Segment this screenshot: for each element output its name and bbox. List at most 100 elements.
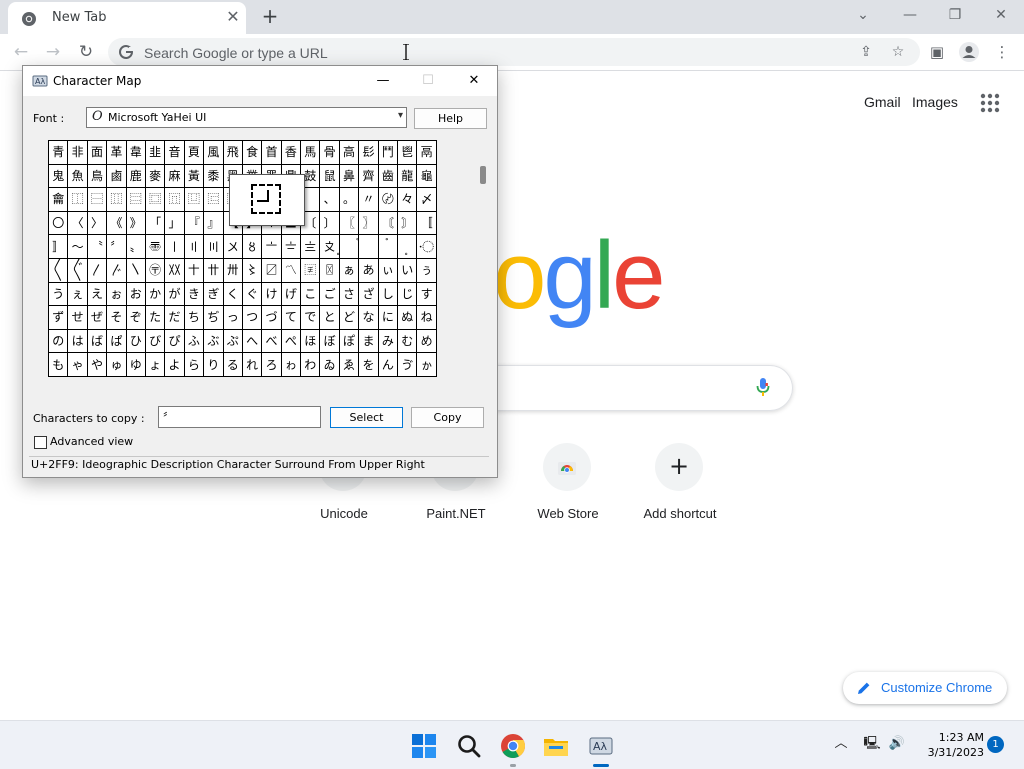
character-cell[interactable]: 〿	[319, 257, 340, 283]
character-cell[interactable]: は	[67, 328, 88, 354]
character-cell[interactable]: 〽	[280, 257, 302, 283]
character-cell[interactable]: 龍	[397, 163, 418, 189]
character-cell[interactable]: 鹵	[106, 163, 127, 189]
character-cell[interactable]: 、	[319, 187, 340, 212]
character-cell[interactable]: 「	[144, 210, 166, 236]
character-cell[interactable]: 鼻	[338, 163, 360, 189]
advanced-view-checkbox[interactable]	[34, 436, 47, 449]
character-cell[interactable]: 。	[338, 187, 360, 212]
charmap-minimize-icon[interactable]: —	[367, 69, 399, 93]
character-cell[interactable]: ま	[358, 328, 379, 354]
character-cell[interactable]: ぅ	[416, 257, 437, 283]
tab-new-tab[interactable]: New Tab ✕	[8, 2, 246, 34]
search-icon[interactable]	[456, 733, 482, 759]
character-cell[interactable]: ゐ	[319, 352, 340, 377]
character-cell[interactable]: 〦	[261, 234, 282, 259]
notification-badge[interactable]: 1	[987, 736, 1004, 753]
character-cell[interactable]: 〣	[203, 234, 224, 259]
character-cell[interactable]: ぁ	[338, 257, 360, 283]
characters-to-copy-input[interactable]	[158, 406, 321, 428]
restore-icon[interactable]: ❐	[943, 3, 967, 27]
character-cell[interactable]: ぷ	[222, 328, 243, 354]
character-cell[interactable]: に	[377, 305, 399, 330]
character-cell[interactable]: ぃ	[377, 257, 399, 283]
character-cell[interactable]: 鬯	[397, 140, 418, 165]
character-cell[interactable]: 龠	[47, 187, 69, 212]
character-cell[interactable]: じ	[397, 281, 418, 307]
character-cell[interactable]: 〆	[416, 187, 437, 212]
character-cell[interactable]: 〟	[125, 234, 146, 259]
character-cell[interactable]: そ	[106, 305, 127, 330]
character-cell[interactable]: 〡	[164, 234, 185, 259]
character-cell[interactable]: 〤	[222, 234, 243, 259]
character-cell[interactable]: わ	[300, 352, 321, 377]
character-cell[interactable]: 〺	[222, 257, 243, 283]
character-cell[interactable]: 非	[67, 140, 88, 165]
character-cell[interactable]: む	[397, 328, 418, 354]
character-cell[interactable]: 風	[203, 140, 224, 165]
character-cell[interactable]: べ	[261, 328, 282, 354]
character-cell[interactable]: 〄	[377, 187, 399, 212]
character-cell[interactable]: 〹	[203, 257, 224, 283]
character-cell[interactable]: 〶	[144, 257, 166, 283]
character-cell[interactable]: や	[86, 352, 108, 377]
character-cell[interactable]: 韋	[125, 140, 146, 165]
character-cell[interactable]: 〾	[300, 257, 321, 283]
character-cell[interactable]: 麻	[164, 163, 185, 189]
character-cell[interactable]: 〈	[67, 210, 88, 236]
ntp-search-box[interactable]	[470, 365, 793, 411]
character-cell[interactable]: ゕ	[416, 352, 437, 377]
select-button[interactable]: Select	[330, 407, 403, 428]
character-cell[interactable]: 鬲	[416, 140, 437, 165]
character-cell[interactable]: み	[377, 328, 399, 354]
character-cell[interactable]: 飛	[222, 140, 243, 165]
character-cell[interactable]: 》	[125, 210, 146, 236]
character-cell[interactable]: あ	[358, 257, 379, 283]
character-cell[interactable]: ろ	[261, 352, 282, 377]
character-cell[interactable]: 〚	[416, 210, 437, 236]
character-cell[interactable]: ぢ	[203, 305, 224, 330]
character-cell[interactable]: 〗	[358, 210, 379, 236]
character-cell[interactable]: ご	[319, 281, 340, 307]
share-icon[interactable]: ⇪	[856, 42, 876, 62]
character-cell[interactable]: け	[261, 281, 282, 307]
character-cell[interactable]: へ	[241, 328, 263, 354]
character-cell[interactable]: ⿴	[144, 187, 166, 212]
character-cell[interactable]: 鼠	[319, 163, 340, 189]
character-cell[interactable]: づ	[261, 305, 282, 330]
character-cell[interactable]: ⿷	[203, 187, 224, 212]
character-cell[interactable]: 〘	[377, 210, 399, 236]
character-cell[interactable]: 齊	[358, 163, 379, 189]
taskbar-clock[interactable]: 1:23 AM 3/31/2023	[918, 730, 984, 760]
character-cell[interactable]: ぇ	[67, 281, 88, 307]
character-cell[interactable]: 〨	[300, 234, 321, 259]
character-cell[interactable]: 〲	[67, 257, 88, 283]
character-cell[interactable]: ゃ	[67, 352, 88, 377]
character-cell[interactable]: 魚	[67, 163, 88, 189]
character-cell[interactable]: ず	[47, 305, 69, 330]
character-cell[interactable]: 黍	[203, 163, 224, 189]
character-cell[interactable]: と	[319, 305, 340, 330]
character-cell[interactable]: 〼	[261, 257, 282, 283]
character-cell[interactable]: 〩	[319, 234, 340, 259]
character-cell[interactable]: 香	[280, 140, 302, 165]
character-cell[interactable]: こ	[300, 281, 321, 307]
character-cell[interactable]: 々	[397, 187, 418, 212]
character-cell[interactable]: ⿳	[125, 187, 146, 212]
chrome-taskbar-icon[interactable]	[500, 733, 526, 759]
character-cell[interactable]: ⿵	[164, 187, 185, 212]
character-cell[interactable]: 〧	[280, 234, 302, 259]
character-cell[interactable]: 〙	[397, 210, 418, 236]
character-cell[interactable]: る	[222, 352, 243, 377]
character-cell[interactable]: 〢	[183, 234, 205, 259]
character-cell[interactable]: ゆ	[125, 352, 146, 377]
character-cell[interactable]: 〵	[125, 257, 146, 283]
character-cell[interactable]: 面	[86, 140, 108, 165]
shortcut-label-add[interactable]: Add shortcut	[625, 506, 735, 521]
character-cell[interactable]: ゑ	[338, 352, 360, 377]
character-cell[interactable]: ぼ	[319, 328, 340, 354]
add-shortcut-tile[interactable]: +	[655, 443, 703, 491]
character-cell[interactable]: ち	[183, 305, 205, 330]
character-cell[interactable]: で	[300, 305, 321, 330]
character-cell[interactable]: ぶ	[203, 328, 224, 354]
